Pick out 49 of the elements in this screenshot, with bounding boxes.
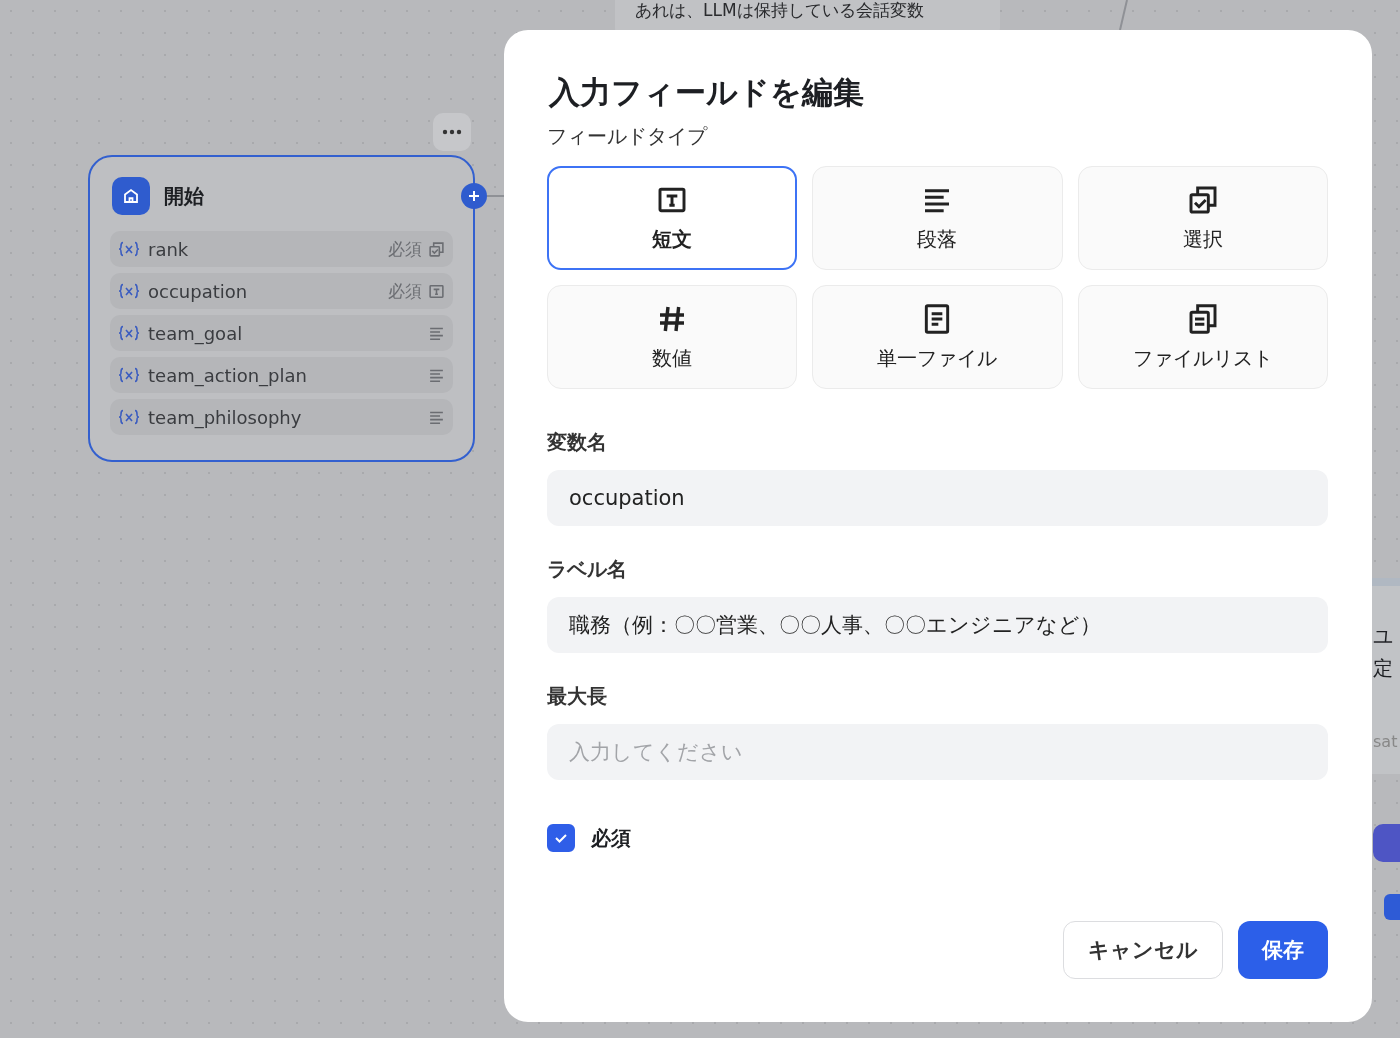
node-text: ユ: [1373, 626, 1393, 646]
variable-icon: [118, 241, 140, 257]
field-label: ラベル名: [547, 556, 628, 584]
field-type-option[interactable]: ファイルリスト: [1077, 285, 1328, 390]
variable-icon: [118, 409, 140, 425]
cancel-button[interactable]: キャンセル: [1063, 921, 1223, 979]
checkbox-label: 必須: [591, 824, 631, 852]
connector-line: [1119, 0, 1128, 31]
more-icon: [442, 129, 462, 135]
save-button[interactable]: 保存: [1238, 921, 1328, 979]
home-icon: [112, 177, 150, 215]
node-text: 定: [1373, 658, 1393, 678]
variable-icon: [118, 283, 140, 299]
more-button[interactable]: [433, 113, 471, 151]
input-field[interactable]: 入力してください: [547, 724, 1328, 781]
required-label: 必須: [388, 279, 422, 303]
variable-icon: [118, 325, 140, 341]
variable-row[interactable]: rank 必須: [110, 231, 453, 267]
field-label: 変数名: [547, 429, 608, 457]
variable-name: team_action_plan: [148, 364, 307, 386]
variable-row[interactable]: team_philosophy: [110, 399, 453, 435]
node-title: 開始: [164, 182, 204, 210]
add-icon[interactable]: [461, 183, 487, 209]
variable-row[interactable]: team_action_plan: [110, 357, 453, 393]
variable-name: team_goal: [148, 322, 243, 344]
field-label: 最大長: [547, 683, 608, 711]
field-type-option[interactable]: 数値: [547, 285, 798, 390]
required-label: 必須: [388, 237, 422, 261]
text-box-icon: [428, 282, 445, 300]
node-text: あれは、LLMは保持している会話変数: [635, 2, 924, 19]
field-type-option[interactable]: 単一ファイル: [812, 285, 1063, 390]
field-type-option[interactable]: 選択: [1077, 166, 1328, 271]
variable-icon: [118, 367, 140, 383]
field-type-option[interactable]: 短文: [547, 166, 798, 271]
input-field[interactable]: 職務（例：〇〇営業、〇〇人事、〇〇エンジニアなど）: [547, 597, 1328, 654]
checkbox-stack-icon: [428, 240, 445, 258]
field-label: フィールドタイプ: [547, 123, 709, 151]
checkbox[interactable]: [547, 824, 575, 853]
variable-name: occupation: [148, 280, 248, 302]
field-type-option[interactable]: 段落: [812, 166, 1063, 271]
node-text: sat: [1373, 734, 1398, 750]
dialog-title: 入力フィールドを編集: [549, 74, 865, 112]
input-field[interactable]: occupation: [547, 470, 1328, 527]
start-node[interactable]: 開始 rank 必須 occupation 必須 team_goal team_action_plan team_philosophy: [88, 155, 475, 462]
connector-line: [486, 195, 505, 197]
variable-row[interactable]: team_goal: [110, 315, 453, 351]
variable-row[interactable]: occupation 必須: [110, 273, 453, 309]
variable-name: rank: [148, 238, 189, 260]
variable-name: team_philosophy: [148, 406, 302, 428]
